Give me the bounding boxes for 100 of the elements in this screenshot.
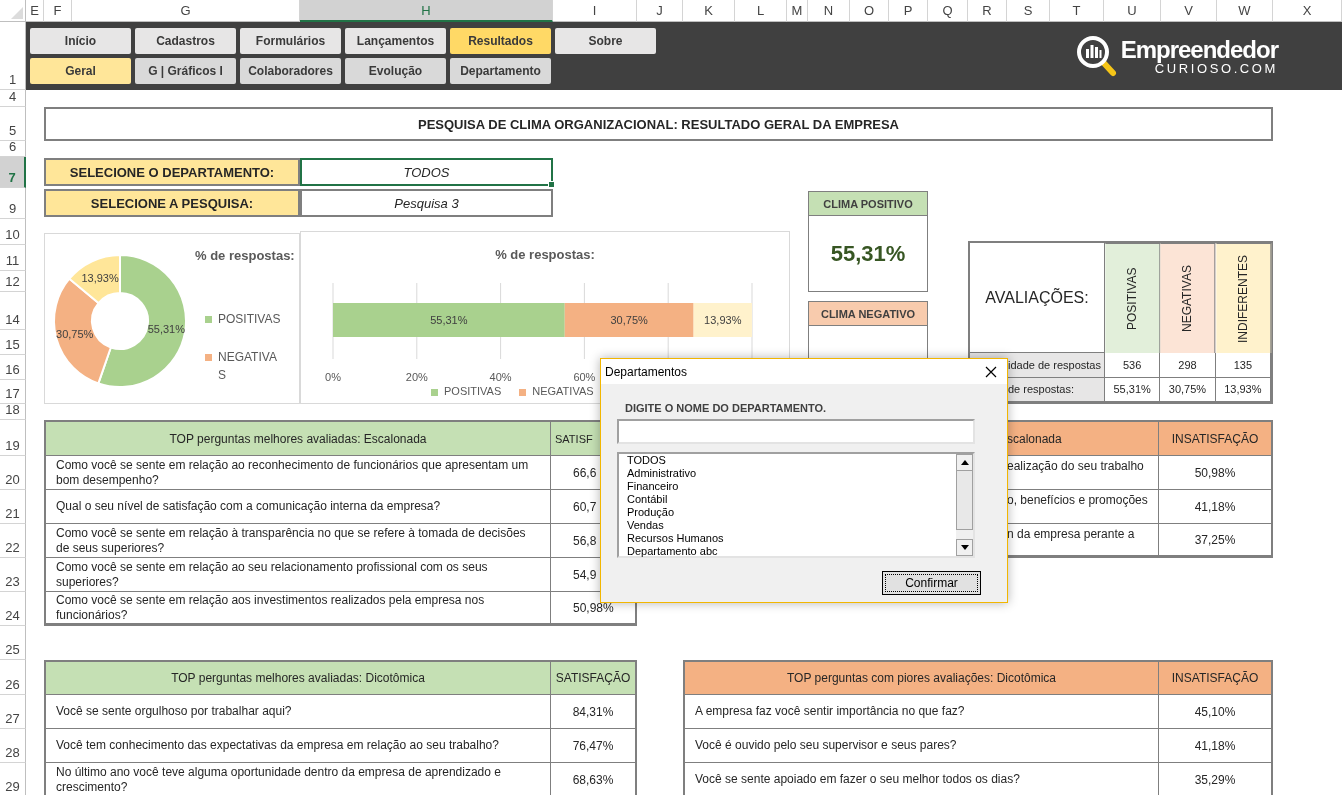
- column-header[interactable]: E: [26, 0, 44, 22]
- value-cell: 35,29%: [1159, 763, 1271, 795]
- legend-label: POSITIVAS: [444, 385, 502, 397]
- table-header: TOP perguntas com piores avaliações: Dicotômica: [685, 662, 1159, 695]
- selector-value[interactable]: TODOS: [300, 158, 553, 186]
- nav-button[interactable]: Resultados: [450, 28, 551, 54]
- row-header[interactable]: 16: [0, 355, 26, 380]
- row-header[interactable]: 22: [0, 524, 26, 558]
- row-header[interactable]: 17: [0, 380, 26, 404]
- question-cell: Você se sente orgulhoso por trabalhar aqui?: [46, 695, 551, 729]
- question-cell: Você tem conhecimento das expectativas da empresa em relação ao seu trabalho?: [46, 729, 551, 763]
- selector-label: SELECIONE O DEPARTAMENTO:: [44, 158, 300, 186]
- close-icon[interactable]: [985, 365, 997, 378]
- column-header[interactable]: U: [1104, 0, 1161, 22]
- column-header[interactable]: Q: [928, 0, 968, 22]
- table-cell: AVALIAÇÕES:: [970, 243, 1105, 353]
- climate-value: 55,31%: [830, 240, 906, 267]
- row-header[interactable]: 15: [0, 330, 26, 355]
- row-header[interactable]: 12: [0, 271, 26, 292]
- tick-label: 20%: [405, 371, 428, 383]
- column-header[interactable]: G: [72, 0, 300, 22]
- nav-button[interactable]: Departamento: [450, 58, 551, 84]
- data-label: 13,93%: [81, 272, 119, 285]
- row-header[interactable]: 28: [0, 729, 26, 763]
- dialog-title: Departamentos: [605, 364, 688, 379]
- row-header[interactable]: 6: [0, 141, 26, 157]
- nav-button[interactable]: Evolução: [345, 58, 446, 84]
- column-header[interactable]: P: [889, 0, 928, 22]
- row-header[interactable]: 9: [0, 188, 26, 219]
- nav-button[interactable]: Sobre: [555, 28, 656, 54]
- question-cell: No último ano você teve alguma oportunidade dentro da empresa de aprendizado e crescimento?: [46, 763, 551, 795]
- row-header[interactable]: 21: [0, 490, 26, 524]
- column-header[interactable]: O: [850, 0, 889, 22]
- row-header[interactable]: 5: [0, 107, 26, 141]
- nav-button[interactable]: Lançamentos: [345, 28, 446, 54]
- column-header[interactable]: R: [968, 0, 1007, 22]
- chart-title: % de respostas:: [195, 247, 295, 265]
- question-cell: Como você se sente em relação ao seu relacionamento profissional com os seus superiores?: [46, 558, 551, 592]
- selector-label: SELECIONE A PESQUISA:: [44, 189, 300, 217]
- nav-button[interactable]: G | Gráficos I: [135, 58, 236, 84]
- question-cell: Qual o seu nível de satisfação com a comunicação interna da empresa?: [46, 490, 551, 524]
- department-field[interactable]: [617, 419, 975, 444]
- tick-label: 0%: [325, 371, 341, 383]
- nav-button[interactable]: Geral: [30, 58, 131, 84]
- column-header[interactable]: T: [1050, 0, 1104, 22]
- column-header[interactable]: K: [683, 0, 735, 22]
- chart-title: % de respostas:: [495, 246, 595, 263]
- question-cell: Como você se sente em relação à transparência no que se refere à tomada de decisões de seus superiores?: [46, 524, 551, 558]
- row-header[interactable]: 25: [0, 626, 26, 660]
- row-header[interactable]: 14: [0, 292, 26, 330]
- row-header[interactable]: 18: [0, 404, 26, 420]
- column-header[interactable]: H: [300, 0, 553, 22]
- value-cell: 50,98%: [1159, 456, 1271, 490]
- logo-domain: CURIOSO.COM: [1154, 61, 1278, 75]
- column-header[interactable]: S: [1007, 0, 1050, 22]
- legend-label: POSITIVAS: [218, 311, 282, 328]
- legend-label: NEGATIVAS: [532, 385, 594, 397]
- nav-button[interactable]: Início: [30, 28, 131, 54]
- tick-label: 40%: [489, 371, 512, 383]
- row-header[interactable]: 1: [0, 22, 26, 90]
- table-header: TOP perguntas melhores avaliadas: Dicotômica: [46, 662, 551, 695]
- row-header[interactable]: 11: [0, 245, 26, 271]
- row-header[interactable]: 19: [0, 420, 26, 456]
- scroll-down-icon[interactable]: [960, 545, 969, 550]
- column-header[interactable]: I: [553, 0, 637, 22]
- confirm-button[interactable]: Confirmar: [882, 571, 981, 595]
- scrollbar-thumb[interactable]: [956, 470, 973, 530]
- column-header[interactable]: X: [1273, 0, 1342, 22]
- column-header[interactable]: V: [1161, 0, 1217, 22]
- row-header[interactable]: 20: [0, 456, 26, 490]
- column-header[interactable]: M: [787, 0, 808, 22]
- column-header-cell: POSITIVAS: [1105, 243, 1161, 353]
- table-cell: 30,75%: [1160, 377, 1216, 402]
- row-header[interactable]: 27: [0, 695, 26, 729]
- nav-button[interactable]: Cadastros: [135, 28, 236, 54]
- nav-button[interactable]: Colaboradores: [240, 58, 341, 84]
- selector-value[interactable]: Pesquisa 3: [300, 189, 553, 217]
- row-header[interactable]: 24: [0, 592, 26, 626]
- card-title: CLIMA NEGATIVO: [809, 302, 927, 326]
- scrollbar[interactable]: [956, 454, 973, 556]
- value-cell: 45,10%: [1159, 695, 1271, 729]
- column-header[interactable]: F: [44, 0, 72, 22]
- card-title: CLIMA POSITIVO: [809, 192, 927, 216]
- row-header[interactable]: 23: [0, 558, 26, 592]
- department-list[interactable]: TODOS Administrativo Financeiro Contábil Produção Vendas Recursos Humanos Departamento abc: [617, 452, 975, 558]
- row-header[interactable]: 26: [0, 660, 26, 695]
- row-header[interactable]: 7: [0, 157, 26, 188]
- column-header[interactable]: N: [808, 0, 850, 22]
- column-header[interactable]: J: [637, 0, 683, 22]
- row-header[interactable]: 10: [0, 219, 26, 245]
- value-cell: 76,47%: [551, 729, 635, 763]
- legend-label: NEGATIVAS: [218, 349, 278, 384]
- column-header[interactable]: W: [1217, 0, 1273, 22]
- scroll-up-icon[interactable]: [960, 460, 969, 465]
- nav-button[interactable]: Formulários: [240, 28, 341, 54]
- value-cell: 41,18%: [1159, 729, 1271, 763]
- magnifier-icon: [1074, 34, 1119, 78]
- table-cell: 536: [1105, 353, 1161, 378]
- column-header[interactable]: L: [735, 0, 787, 22]
- row-header[interactable]: 4: [0, 90, 26, 107]
